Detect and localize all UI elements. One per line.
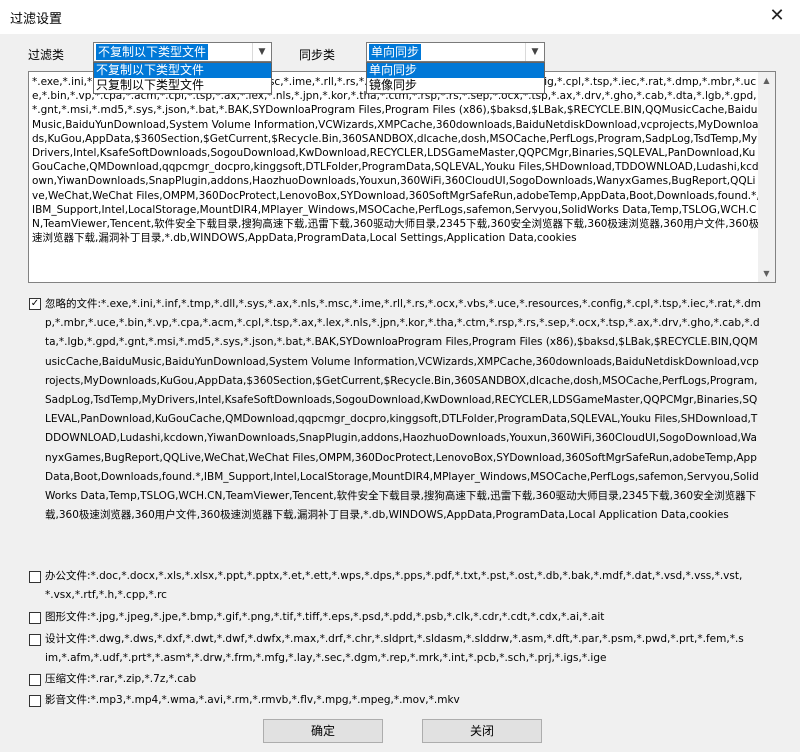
filter-textarea[interactable]: *.exe,*.ini,*.inf,*.tmp,*.dll,*.sys,*.ax… [28,71,776,283]
image-files-value: *.jpg,*.jpeg,*.jpe,*.bmp,*.gif,*.png,*.t… [90,611,605,623]
close-icon: ✕ [769,5,785,26]
ignored-files-value: *.exe,*.ini,*.inf,*.tmp,*.dll,*.sys,*.ax… [45,298,762,522]
chevron-down-icon[interactable]: ▼ [252,43,271,61]
design-files-value: *.dwg,*.dws,*.dxf,*.dwt,*.dwf,*.dwfx,*.m… [45,633,744,664]
archive-files-label: 压缩文件: [45,673,91,685]
filter-type-value: 不复制以下类型文件 [96,44,209,60]
sync-type-option[interactable]: 单向同步 [367,63,544,78]
office-files-checkbox[interactable] [29,571,41,583]
archive-files-text: 压缩文件:*.rar,*.zip,*.7z,*.cab [45,670,745,689]
filter-type-label: 过滤类 [28,48,65,62]
chevron-down-icon[interactable]: ▼ [525,43,544,61]
sync-type-option[interactable]: 镜像同步 [367,78,544,93]
archive-files-value: *.rar,*.zip,*.7z,*.cab [90,673,197,685]
ignored-checkbox[interactable]: ✓ [29,298,41,310]
sync-type-value: 单向同步 [369,44,422,60]
filter-text: *.exe,*.ini,*.inf,*.tmp,*.dll,*.sys,*.ax… [32,76,760,245]
image-files-label: 图形文件: [45,611,91,623]
title-bar: 过滤设置 ✕ [0,0,800,34]
media-files-label: 影音文件: [45,694,91,706]
filter-type-option[interactable]: 不复制以下类型文件 [94,63,271,78]
scroll-down-icon[interactable]: ▼ [758,265,775,282]
office-files-label: 办公文件: [45,570,91,582]
window-close-button[interactable]: ✕ [754,0,800,34]
ignored-files-text: 忽略的文件:*.exe,*.ini,*.inf,*.tmp,*.dll,*.sy… [45,295,763,525]
image-files-checkbox[interactable] [29,612,41,624]
media-files-checkbox[interactable] [29,695,41,707]
office-files-text: 办公文件:*.doc,*.docx,*.xls,*.xlsx,*.ppt,*.p… [45,567,745,605]
sync-type-select[interactable]: 单向同步 ▼ [366,42,545,62]
filter-type-select[interactable]: 不复制以下类型文件 ▼ [93,42,272,62]
filter-type-dropdown[interactable]: 不复制以下类型文件 只复制以下类型文件 [93,62,272,94]
window-title: 过滤设置 [10,12,63,27]
close-button[interactable]: 关闭 [422,719,542,743]
media-files-value: *.mp3,*.mp4,*.wma,*.avi,*.rm,*.rmvb,*.fl… [90,694,460,706]
check-icon: ✓ [30,298,40,309]
vertical-scrollbar[interactable]: ▲ ▼ [758,72,775,282]
office-files-value: *.doc,*.docx,*.xls,*.xlsx,*.ppt,*.pptx,*… [45,570,743,601]
design-files-label: 设计文件: [45,633,91,645]
ignored-files-label: 忽略的文件: [45,298,102,310]
ok-button[interactable]: 确定 [263,719,383,743]
archive-files-checkbox[interactable] [29,674,41,686]
design-files-checkbox[interactable] [29,634,41,646]
media-files-text: 影音文件:*.mp3,*.mp4,*.wma,*.avi,*.rm,*.rmvb… [45,691,463,710]
sync-type-dropdown[interactable]: 单向同步 镜像同步 [366,62,545,94]
scroll-up-icon[interactable]: ▲ [758,72,775,89]
design-files-text: 设计文件:*.dwg,*.dws,*.dxf,*.dwt,*.dwf,*.dwf… [45,630,745,670]
filter-type-option[interactable]: 只复制以下类型文件 [94,78,271,93]
sync-type-label: 同步类 [299,48,336,62]
image-files-text: 图形文件:*.jpg,*.jpeg,*.jpe,*.bmp,*.gif,*.pn… [45,608,745,627]
